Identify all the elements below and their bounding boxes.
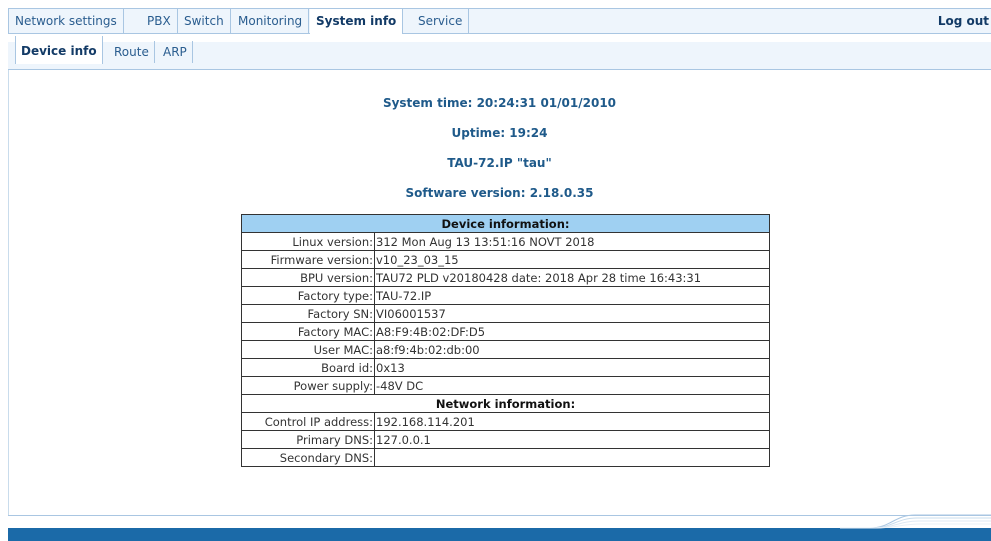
table-row: BPU version: TAU72 PLD v20180428 date: 2… bbox=[241, 268, 770, 287]
table-row: Factory SN: VI06001537 bbox=[241, 304, 770, 323]
row-value: 127.0.0.1 bbox=[374, 430, 770, 449]
table-row: Power supply: -48V DC bbox=[241, 376, 770, 395]
row-key: User MAC: bbox=[241, 340, 375, 359]
tab-network-settings[interactable]: Network settings bbox=[8, 9, 124, 33]
row-key: Factory SN: bbox=[241, 304, 375, 323]
footer-swoosh-decoration bbox=[840, 514, 991, 529]
row-value: 312 Mon Aug 13 13:51:16 NOVT 2018 bbox=[374, 232, 770, 251]
table-row: Factory MAC: A8:F9:4B:02:DF:D5 bbox=[241, 322, 770, 341]
subtab-device-info[interactable]: Device info bbox=[15, 36, 103, 64]
device-model: TAU-72.IP "tau" bbox=[447, 156, 552, 170]
table-header-row: Network information: bbox=[241, 394, 770, 413]
table-row: User MAC: a8:f9:4b:02:db:00 bbox=[241, 340, 770, 359]
tab-pbx[interactable]: PBX bbox=[141, 9, 178, 33]
row-value: 192.168.114.201 bbox=[374, 412, 770, 431]
software-version: Software version: 2.18.0.35 bbox=[405, 186, 594, 200]
uptime: Uptime: 19:24 bbox=[451, 126, 548, 140]
table-row: Factory type: TAU-72.IP bbox=[241, 286, 770, 305]
table-row: Linux version: 312 Mon Aug 13 13:51:16 N… bbox=[241, 232, 770, 251]
row-key: Board id: bbox=[241, 358, 375, 377]
row-key: Factory type: bbox=[241, 286, 375, 305]
tab-system-info[interactable]: System info bbox=[310, 9, 404, 34]
row-value: a8:f9:4b:02:db:00 bbox=[374, 340, 770, 359]
row-key: Primary DNS: bbox=[241, 430, 375, 449]
table-row: Control IP address: 192.168.114.201 bbox=[241, 412, 770, 431]
row-value: VI06001537 bbox=[374, 304, 770, 323]
table-row: Primary DNS: 127.0.0.1 bbox=[241, 430, 770, 449]
top-navigation-bar: Network settings PBX Switch Monitoring S… bbox=[8, 8, 991, 34]
tab-monitoring[interactable]: Monitoring bbox=[232, 9, 310, 33]
row-key: Control IP address: bbox=[241, 412, 375, 431]
subtab-route[interactable]: Route bbox=[109, 41, 155, 63]
device-information-header: Device information: bbox=[241, 214, 770, 233]
row-value bbox=[374, 448, 770, 467]
network-information-header: Network information: bbox=[241, 394, 770, 413]
device-info-table: Device information: Linux version: 312 M… bbox=[241, 214, 770, 467]
subtab-arp[interactable]: ARP bbox=[158, 41, 193, 63]
table-header-row: Device information: bbox=[241, 214, 770, 233]
table-row: Firmware version: v10_23_03_15 bbox=[241, 250, 770, 269]
tab-service[interactable]: Service bbox=[412, 9, 470, 33]
row-value: 0x13 bbox=[374, 358, 770, 377]
logout-link[interactable]: Log out bbox=[938, 9, 989, 33]
row-key: BPU version: bbox=[241, 268, 375, 287]
row-value: TAU-72.IP bbox=[374, 286, 770, 305]
sub-navigation-bar: Device info Route ARP bbox=[8, 34, 991, 70]
tab-switch[interactable]: Switch bbox=[178, 9, 231, 33]
table-row: Secondary DNS: bbox=[241, 448, 770, 467]
system-time: System time: 20:24:31 01/01/2010 bbox=[382, 96, 617, 110]
row-key: Factory MAC: bbox=[241, 322, 375, 341]
table-row: Board id: 0x13 bbox=[241, 358, 770, 377]
row-value: v10_23_03_15 bbox=[374, 250, 770, 269]
row-value: A8:F9:4B:02:DF:D5 bbox=[374, 322, 770, 341]
row-value: -48V DC bbox=[374, 376, 770, 395]
sub-navigation-background bbox=[8, 42, 991, 69]
row-key: Power supply: bbox=[241, 376, 375, 395]
row-value: TAU72 PLD v20180428 date: 2018 Apr 28 ti… bbox=[374, 268, 770, 287]
row-key: Secondary DNS: bbox=[241, 448, 375, 467]
row-key: Linux version: bbox=[241, 232, 375, 251]
row-key: Firmware version: bbox=[241, 250, 375, 269]
